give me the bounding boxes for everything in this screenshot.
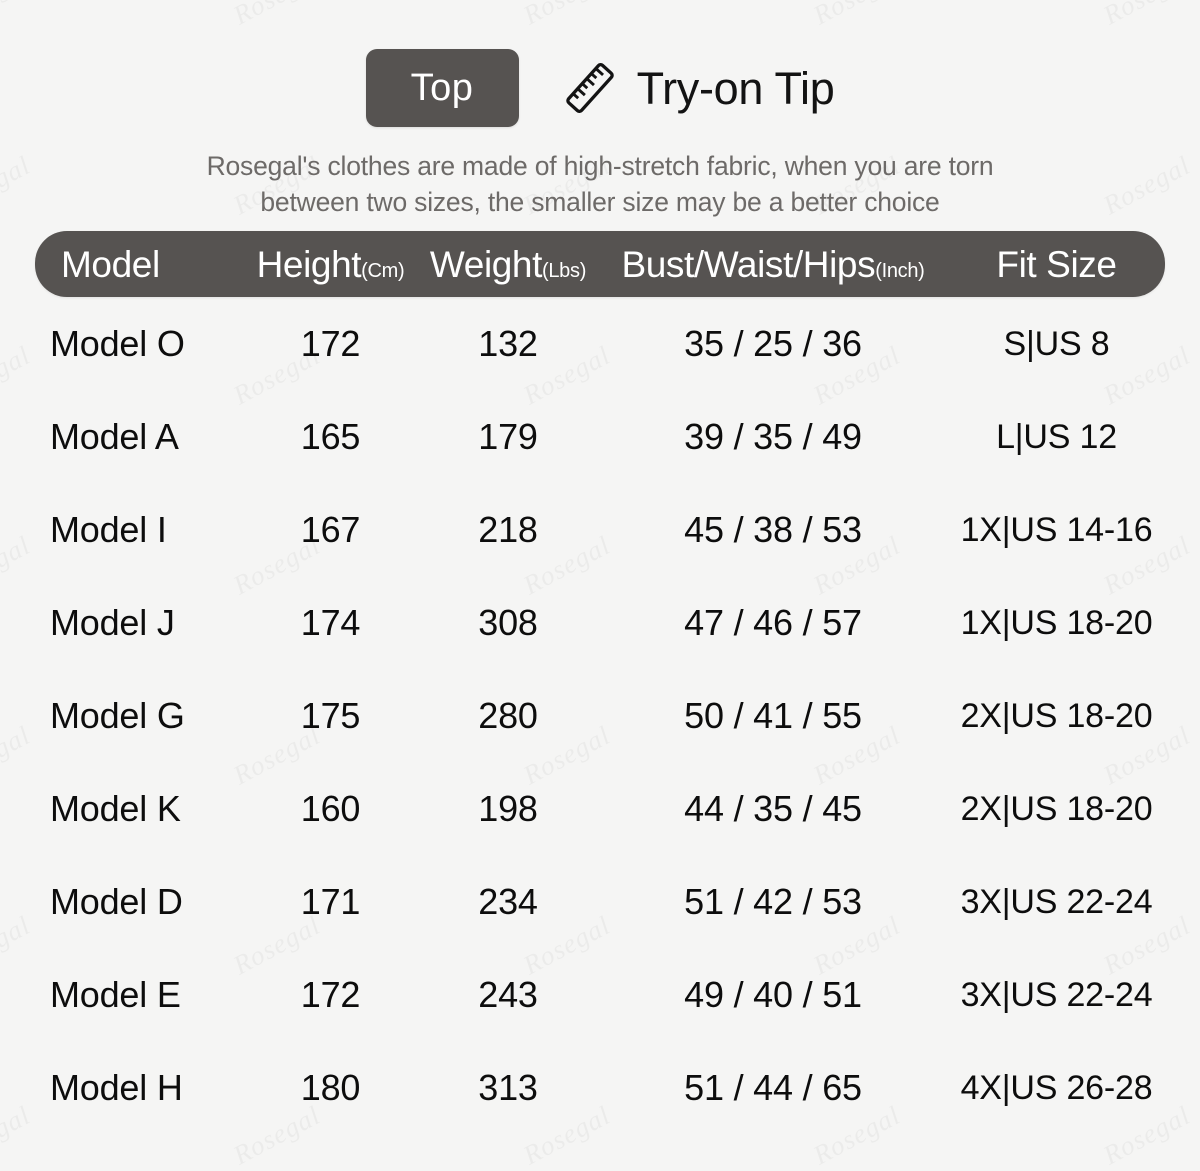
cell-weight: 243 (478, 973, 538, 1015)
cell-weight: 179 (478, 415, 538, 457)
table-row: Model I 167 218 45 / 38 / 53 1X|US 14-16 (35, 483, 1165, 576)
cell-fit-size: 1X|US 14-16 (960, 510, 1153, 549)
cell-fit-size: 1X|US 18-20 (960, 603, 1153, 642)
cell-model: Model O (50, 322, 185, 364)
cell-model: Model J (50, 601, 175, 643)
column-header-height-label: Height (256, 243, 362, 285)
table-row: Model D 171 234 51 / 42 / 53 3X|US 22-24 (35, 855, 1165, 948)
cell-bust-waist-hips: 47 / 46 / 57 (684, 601, 862, 643)
table-header-row: Model Height (Cm) Weight (Lbs) Bust/Waist/… (35, 231, 1165, 297)
category-tab-top[interactable]: Top (365, 49, 519, 127)
cell-height: 167 (300, 508, 361, 550)
table-row: Model K 160 198 44 / 35 / 45 2X|US 18-20 (35, 762, 1165, 855)
column-header-bust-waist-hips-label: Bust/Waist/Hips (621, 243, 876, 285)
column-header-fit-size: Fit Size (948, 246, 1165, 283)
cell-weight: 234 (478, 880, 538, 922)
column-header-bust-waist-hips: Bust/Waist/Hips (Inch) (598, 246, 948, 283)
cell-bust-waist-hips: 44 / 35 / 45 (684, 787, 862, 829)
cell-weight: 280 (478, 694, 538, 736)
cell-model: Model K (50, 787, 181, 829)
cell-fit-size: 3X|US 22-24 (960, 975, 1153, 1014)
cell-height: 172 (300, 322, 361, 364)
column-header-weight: Weight (Lbs) (418, 246, 598, 283)
cell-fit-size: S|US 8 (1003, 324, 1110, 363)
table-body: Model O 172 132 35 / 25 / 36 S|US 8 Model A 16… (35, 297, 1165, 1134)
cell-bust-waist-hips: 39 / 35 / 49 (684, 415, 862, 457)
header-bar: Top Try-on Tip (0, 38, 1200, 138)
cell-height: 174 (300, 601, 361, 643)
table-row: Model G 175 280 50 / 41 / 55 2X|US 18-20 (35, 669, 1165, 762)
cell-height: 180 (300, 1066, 361, 1108)
column-header-weight-label: Weight (429, 243, 542, 285)
cell-fit-size: 4X|US 26-28 (960, 1068, 1153, 1107)
subtitle: Rosegal's clothes are made of high-stret… (0, 148, 1200, 220)
category-tab-label: Top (410, 67, 474, 109)
cell-weight: 132 (478, 322, 538, 364)
size-chart-sheet: Top Try-on Tip Rosegal's clothes are mad… (0, 0, 1200, 1130)
ruler-icon (559, 57, 621, 119)
cell-weight: 308 (478, 601, 538, 643)
column-header-height: Height (Cm) (243, 246, 418, 283)
cell-fit-size: 3X|US 22-24 (960, 882, 1153, 921)
table-row: Model E 172 243 49 / 40 / 51 3X|US 22-24 (35, 948, 1165, 1041)
column-header-height-unit: (Cm) (361, 259, 405, 282)
cell-fit-size: L|US 12 (996, 417, 1117, 456)
cell-bust-waist-hips: 51 / 42 / 53 (684, 880, 862, 922)
cell-model: Model G (50, 694, 185, 736)
cell-height: 172 (300, 973, 361, 1015)
cell-model: Model H (50, 1066, 183, 1108)
cell-weight: 218 (478, 508, 538, 550)
cell-bust-waist-hips: 49 / 40 / 51 (684, 973, 862, 1015)
cell-model: Model E (50, 973, 181, 1015)
cell-fit-size: 2X|US 18-20 (960, 696, 1153, 735)
subtitle-line-2: between two sizes, the smaller size may … (260, 187, 940, 217)
column-header-fit-size-label: Fit Size (996, 243, 1117, 285)
cell-bust-waist-hips: 45 / 38 / 53 (684, 508, 862, 550)
column-header-model: Model (35, 246, 243, 283)
cell-model: Model D (50, 880, 183, 922)
cell-bust-waist-hips: 51 / 44 / 65 (684, 1066, 862, 1108)
table-row: Model H 180 313 51 / 44 / 65 4X|US 26-28 (35, 1041, 1165, 1134)
try-on-tip-group: Try-on Tip (559, 57, 835, 119)
table-row: Model O 172 132 35 / 25 / 36 S|US 8 (35, 297, 1165, 390)
cell-bust-waist-hips: 35 / 25 / 36 (684, 322, 862, 364)
table-row: Model A 165 179 39 / 35 / 49 L|US 12 (35, 390, 1165, 483)
size-chart-table: Model Height (Cm) Weight (Lbs) Bust/Waist/… (35, 231, 1165, 1134)
cell-fit-size: 2X|US 18-20 (960, 789, 1153, 828)
subtitle-line-1: Rosegal's clothes are made of high-stret… (206, 151, 994, 181)
cell-weight: 198 (478, 787, 538, 829)
column-header-bust-waist-hips-unit: (Inch) (875, 259, 925, 282)
page-title: Try-on Tip (636, 62, 835, 114)
cell-height: 175 (300, 694, 361, 736)
column-header-weight-unit: (Lbs) (542, 259, 587, 282)
cell-height: 160 (300, 787, 361, 829)
cell-height: 171 (300, 880, 361, 922)
cell-model: Model I (50, 508, 167, 550)
column-header-model-label: Model (61, 243, 160, 285)
cell-model: Model A (50, 415, 179, 457)
cell-height: 165 (300, 415, 361, 457)
cell-weight: 313 (478, 1066, 538, 1108)
table-row: Model J 174 308 47 / 46 / 57 1X|US 18-20 (35, 576, 1165, 669)
cell-bust-waist-hips: 50 / 41 / 55 (684, 694, 862, 736)
